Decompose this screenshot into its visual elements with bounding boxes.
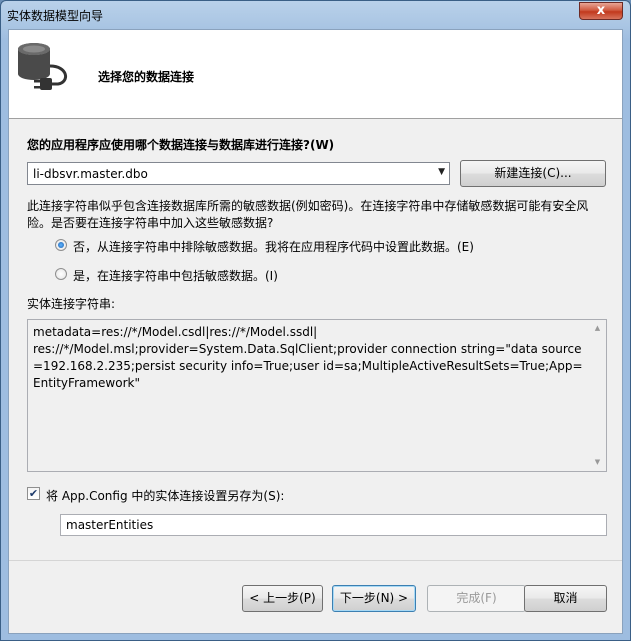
chevron-down-icon: ▼ — [438, 167, 445, 177]
new-connection-button[interactable]: 新建连接(C)... — [460, 160, 606, 187]
back-button[interactable]: < 上一步(P) — [242, 585, 323, 612]
finish-button[interactable]: 完成(F) — [427, 585, 526, 612]
entity-connection-string[interactable]: metadata=res://*/Model.csdl|res://*/Mode… — [33, 324, 586, 392]
wizard-header: 选择您的数据连接 — [9, 30, 622, 119]
scroll-up-icon[interactable]: ▲ — [589, 320, 606, 337]
scroll-down-icon[interactable]: ▼ — [589, 454, 606, 471]
footer-separator — [9, 560, 622, 561]
connection-selected-value: li-dbsvr.master.dbo — [33, 167, 148, 181]
entity-connection-label: 实体连接字符串: — [27, 297, 116, 311]
entity-name-input[interactable]: masterEntities — [60, 514, 607, 536]
entity-name-value[interactable]: masterEntities — [66, 518, 153, 532]
cancel-button[interactable]: 取消 — [524, 585, 607, 612]
radio-exclude-label[interactable]: 否，从连接字符串中排除敏感数据。我将在应用程序代码中设置此数据。(E) — [73, 238, 474, 255]
next-button[interactable]: 下一步(N) > — [332, 585, 416, 612]
connection-question-label: 您的应用程序应使用哪个数据连接与数据库进行连接?(W) — [27, 138, 335, 152]
close-icon: x — [596, 3, 606, 18]
close-button[interactable]: x — [579, 2, 623, 20]
save-config-checkbox[interactable]: ✔ — [27, 487, 40, 500]
save-config-label[interactable]: 将 App.Config 中的实体连接设置另存为(S): — [46, 487, 284, 504]
connection-dropdown[interactable]: li-dbsvr.master.dbo ▼ — [27, 162, 450, 185]
title-bar[interactable]: 实体数据模型向导 x — [1, 1, 630, 29]
database-plug-icon — [18, 43, 67, 90]
radio-button-checked[interactable] — [55, 239, 67, 251]
radio-include-label[interactable]: 是，在连接字符串中包括敏感数据。(I) — [73, 267, 278, 284]
radio-button-unchecked[interactable] — [55, 268, 67, 280]
vertical-scrollbar[interactable]: ▲ ▼ — [589, 320, 606, 471]
wizard-window: 实体数据模型向导 x 选择您的数据连接 您的应用程序应使用哪个数据连接与数据库进… — [0, 0, 631, 641]
wizard-client-area: 选择您的数据连接 您的应用程序应使用哪个数据连接与数据库进行连接?(W) li-… — [8, 29, 623, 634]
entity-connection-string-box[interactable]: metadata=res://*/Model.csdl|res://*/Mode… — [27, 319, 607, 472]
window-title: 实体数据模型向导 — [7, 9, 104, 23]
page-title: 选择您的数据连接 — [98, 70, 195, 84]
sensitive-data-warning: 此连接字符串似乎包含连接数据库所需的敏感数据(例如密码)。在连接字符串中存储敏感… — [27, 199, 589, 230]
